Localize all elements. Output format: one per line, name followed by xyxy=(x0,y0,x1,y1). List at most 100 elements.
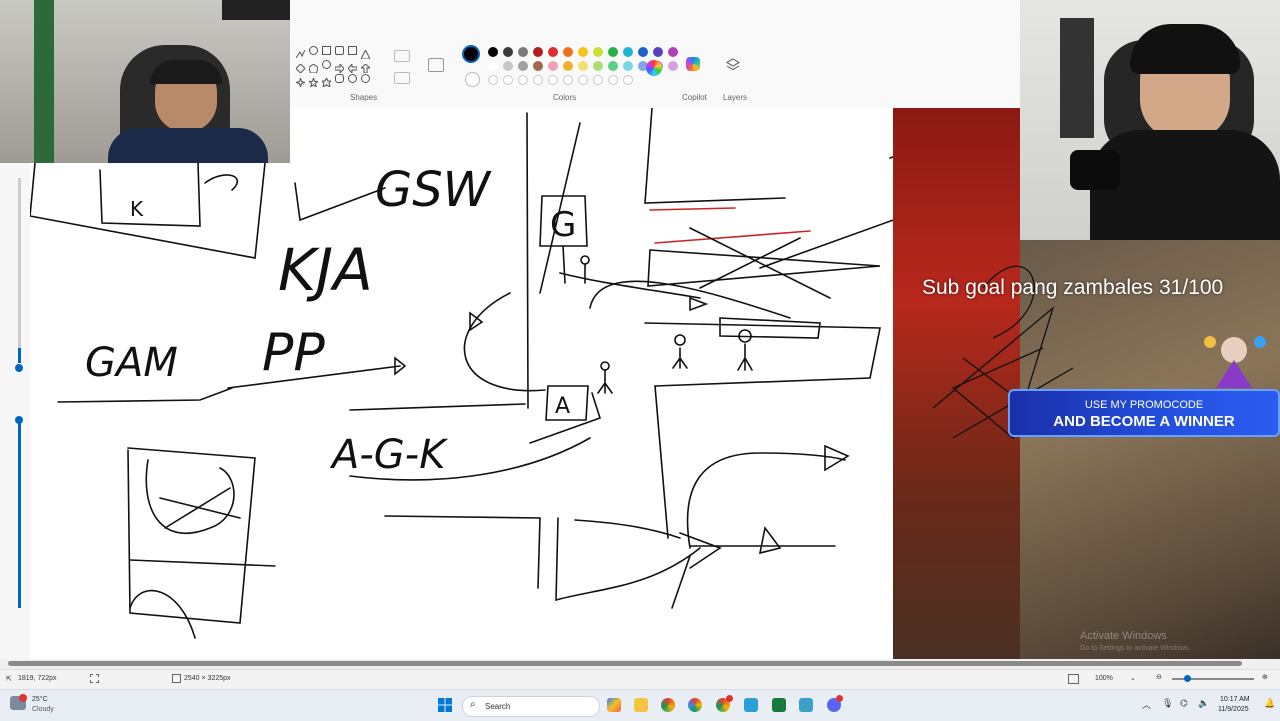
rounded-rect-shape-icon[interactable] xyxy=(335,46,344,55)
custom-color-swatch[interactable] xyxy=(608,75,618,85)
copilot-taskbar-icon[interactable] xyxy=(607,698,621,712)
volume-icon[interactable]: 🔈 xyxy=(1198,698,1209,709)
obs-app-icon[interactable] xyxy=(772,698,786,712)
color-swatch[interactable] xyxy=(518,47,528,57)
horizontal-scrollbar-thumb[interactable] xyxy=(8,661,1242,666)
zoom-dropdown-chevron-down-icon[interactable]: ⌄ xyxy=(1130,674,1136,682)
horizontal-scrollbar[interactable] xyxy=(0,659,1280,669)
arrow-left-shape-icon[interactable] xyxy=(347,60,358,75)
paint-app-icon[interactable] xyxy=(799,698,813,712)
custom-color-swatch[interactable] xyxy=(488,75,498,85)
color-swatch[interactable] xyxy=(518,61,528,71)
callout-cloud-shape-icon[interactable] xyxy=(361,74,370,83)
color-swatch[interactable] xyxy=(548,61,558,71)
microphone-icon[interactable]: 🎙 xyxy=(1162,698,1173,709)
agk-text: A-G-K xyxy=(329,432,448,478)
show-hidden-icons-chevron-up-icon[interactable]: ︿ xyxy=(1142,698,1151,711)
zoom-level[interactable]: 100% xyxy=(1095,675,1113,682)
star6-shape-icon[interactable] xyxy=(320,74,333,89)
fit-to-window-icon[interactable] xyxy=(1068,674,1079,684)
clock-date[interactable]: 11/9/2025 xyxy=(1218,706,1249,713)
color-swatch[interactable] xyxy=(503,61,513,71)
edit-colors-icon[interactable] xyxy=(646,60,662,76)
shape-options-icon[interactable] xyxy=(428,58,444,72)
search-icon: ⌕ xyxy=(470,699,476,710)
arrow-up-shape-icon[interactable] xyxy=(359,60,372,74)
color-swatch[interactable] xyxy=(593,47,603,57)
color-swatch[interactable] xyxy=(623,61,633,71)
color1-selected-swatch[interactable] xyxy=(462,45,480,63)
shapes-gallery[interactable] xyxy=(294,46,378,90)
chrome-profile-icon[interactable] xyxy=(688,698,702,712)
custom-color-swatch[interactable] xyxy=(548,75,558,85)
color-swatch[interactable] xyxy=(668,61,678,71)
size-slider-thumb[interactable] xyxy=(15,364,23,372)
weather-desc[interactable]: Cloudy xyxy=(32,706,54,713)
canvas-size-icon xyxy=(172,674,181,683)
color-swatch[interactable] xyxy=(503,47,513,57)
custom-color-swatch[interactable] xyxy=(533,75,543,85)
oval-shape-icon[interactable] xyxy=(309,46,318,55)
start-windows-icon[interactable] xyxy=(438,698,452,712)
color-swatch[interactable] xyxy=(563,61,573,71)
pentagon-shape-icon[interactable] xyxy=(308,60,319,74)
custom-color-swatch[interactable] xyxy=(578,75,588,85)
custom-color-swatch[interactable] xyxy=(503,75,513,85)
color-swatch[interactable] xyxy=(578,47,588,57)
outline-icon[interactable] xyxy=(394,50,410,62)
callout-rect-shape-icon[interactable] xyxy=(335,74,344,83)
color-swatch[interactable] xyxy=(548,47,558,57)
custom-color-swatch[interactable] xyxy=(563,75,573,85)
zoom-slider-thumb[interactable] xyxy=(1184,675,1191,682)
arrow-right-shape-icon[interactable] xyxy=(334,60,345,75)
rectangle-shape-icon[interactable] xyxy=(322,46,331,55)
custom-color-swatch[interactable] xyxy=(593,75,603,85)
color-swatch[interactable] xyxy=(593,61,603,71)
color-swatch[interactable] xyxy=(533,47,543,57)
line-shape-icon[interactable] xyxy=(295,46,306,59)
color-swatch[interactable] xyxy=(563,47,573,57)
notifications-bell-icon[interactable]: 🔔 xyxy=(1264,698,1275,709)
triangle-shape-icon[interactable] xyxy=(360,46,371,60)
color-swatch[interactable] xyxy=(623,47,633,57)
color-swatch[interactable] xyxy=(533,61,543,71)
discord-badge xyxy=(836,695,843,702)
copilot-icon[interactable] xyxy=(686,57,700,71)
color-swatch[interactable] xyxy=(668,47,678,57)
network-icon[interactable]: ⌬ xyxy=(1180,698,1188,709)
zoom-in-icon[interactable]: ⊕ xyxy=(1262,673,1268,681)
sub-goal-text: Sub goal pang zambales 31/100 xyxy=(922,276,1224,299)
snipping-tool-icon[interactable] xyxy=(744,698,758,712)
color-swatch[interactable] xyxy=(653,47,663,57)
custom-color-swatch[interactable] xyxy=(623,75,633,85)
chrome-icon[interactable] xyxy=(661,698,675,712)
fill-icon[interactable] xyxy=(394,72,410,84)
file-explorer-icon[interactable] xyxy=(634,698,648,712)
color-swatch[interactable] xyxy=(608,61,618,71)
hexagon-shape-icon[interactable] xyxy=(322,60,331,69)
drawing-canvas[interactable]: GSW KJA GAM PP A-G-K G A K xyxy=(0,108,893,659)
color2-swatch[interactable] xyxy=(465,72,480,87)
layers-icon[interactable] xyxy=(726,58,740,77)
webcam-right xyxy=(1020,0,1280,240)
star5-shape-icon[interactable] xyxy=(307,74,320,89)
custom-color-swatch[interactable] xyxy=(518,75,528,85)
clock-time[interactable]: 10:17 AM xyxy=(1220,696,1250,703)
zoom-out-icon[interactable]: ⊖ xyxy=(1156,673,1162,681)
star4-shape-icon[interactable] xyxy=(294,74,307,89)
callout-oval-shape-icon[interactable] xyxy=(348,74,357,83)
taskbar-search-box[interactable]: ⌕ Search xyxy=(462,696,600,717)
diamond-shape-icon[interactable] xyxy=(295,60,306,74)
polygon-shape-icon[interactable] xyxy=(348,46,357,55)
opacity-slider-thumb[interactable] xyxy=(15,416,23,424)
color-swatch[interactable] xyxy=(638,47,648,57)
weather-temp[interactable]: 25°C xyxy=(32,696,48,703)
opacity-slider-track[interactable] xyxy=(18,418,21,608)
size-slider-track[interactable] xyxy=(18,178,21,363)
color-swatch[interactable] xyxy=(488,47,498,57)
selection-size-icon xyxy=(90,674,99,683)
color-swatch[interactable] xyxy=(488,61,498,71)
color-swatch[interactable] xyxy=(578,61,588,71)
color-swatch[interactable] xyxy=(608,47,618,57)
color-palette[interactable] xyxy=(488,47,678,87)
